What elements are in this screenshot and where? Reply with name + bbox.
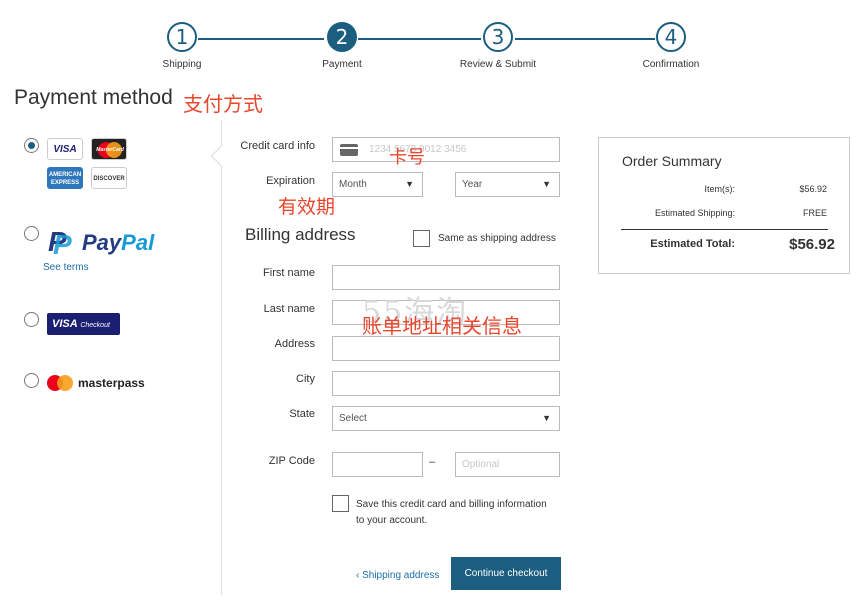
back-to-shipping-link[interactable]: ‹ Shipping address [356, 570, 439, 581]
paypal-wordmark: PayPal [82, 230, 155, 255]
summary-divider [621, 229, 828, 230]
city-field[interactable] [332, 371, 560, 396]
payment-options-panel [0, 120, 222, 595]
same-as-shipping-label: Same as shipping address [438, 233, 556, 244]
radio-paypal[interactable] [24, 226, 39, 241]
last-name-label: Last name [263, 303, 315, 315]
radio-credit-card[interactable] [24, 138, 39, 153]
annotation-expiration: 有效期 [278, 196, 336, 218]
annotation-card-number: 卡号 [389, 147, 425, 168]
mastercard-text: MasterCard [96, 147, 124, 153]
step-label: Confirmation [642, 59, 700, 70]
first-name-label: First name [263, 267, 315, 279]
address-field[interactable] [332, 336, 560, 361]
state-label: State [289, 408, 315, 420]
masterpass-label: masterpass [78, 376, 145, 390]
total-label: Estimated Total: [650, 238, 735, 250]
continue-checkout-button[interactable]: Continue checkout [451, 557, 561, 590]
total-value: $56.92 [789, 236, 835, 253]
step-payment: 2 Payment [302, 22, 382, 70]
zip-code-field[interactable] [332, 452, 423, 477]
zip-extension-field[interactable]: Optional [455, 452, 560, 477]
city-label: City [296, 373, 315, 385]
order-summary-title: Order Summary [622, 153, 722, 169]
checkout-stepper: 1 Shipping 2 Payment 3 Review & Submit 4… [0, 0, 860, 80]
step-review-submit: 3 Review & Submit [458, 22, 538, 70]
amex-logo: AMERICAN EXPRESS [47, 167, 83, 189]
save-info-label: Save this credit card and billing inform… [356, 499, 547, 526]
step-label: Review & Submit [459, 59, 537, 70]
chevron-down-icon: ▼ [542, 413, 551, 423]
same-as-shipping-checkbox[interactable] [413, 230, 430, 247]
visa-checkout-logo: VISA Checkout [47, 313, 120, 335]
credit-card-label: Credit card info [240, 140, 315, 152]
step-confirmation: 4 Confirmation [631, 22, 711, 70]
credit-card-input[interactable]: 1234 5678 9012 3456 [332, 137, 560, 162]
zip-code-label: ZIP Code [268, 455, 315, 467]
billing-address-title: Billing address [245, 225, 356, 244]
annotation-billing-info: 账单地址相关信息 [362, 314, 522, 338]
step-number: 3 [483, 22, 513, 52]
zip-separator: – [429, 456, 436, 468]
chevron-down-icon: ▼ [405, 179, 414, 189]
paypal-p-icon: P [53, 229, 72, 260]
step-number: 1 [167, 22, 197, 52]
step-number: 2 [327, 22, 357, 52]
mastercard-logo: MasterCard [91, 138, 127, 160]
masterpass-logo: masterpass [47, 374, 157, 392]
page-title: Payment method [14, 86, 173, 109]
radio-masterpass[interactable] [24, 373, 39, 388]
expiration-year-select[interactable]: Year ▼ [455, 172, 560, 197]
radio-visa-checkout[interactable] [24, 312, 39, 327]
discover-logo: DISCOVER [91, 167, 127, 189]
order-summary-panel: Order Summary Item(s): $56.92 Estimated … [598, 137, 850, 274]
items-label: Item(s): [704, 184, 736, 194]
step-label: Shipping [162, 59, 202, 70]
see-terms-link[interactable]: See terms [43, 262, 89, 273]
annotation-payment-method: 支付方式 [183, 92, 263, 116]
save-info-checkbox[interactable] [332, 495, 349, 512]
credit-card-icon [340, 144, 358, 156]
visa-logo: VISA [47, 138, 83, 160]
address-label: Address [274, 338, 315, 350]
step-number: 4 [656, 22, 686, 52]
items-value: $56.92 [799, 184, 827, 194]
state-select[interactable]: Select ▼ [332, 406, 560, 431]
shipping-label: Estimated Shipping: [654, 208, 735, 218]
step-shipping[interactable]: 1 Shipping [142, 22, 222, 70]
shipping-value: FREE [802, 208, 827, 218]
expiration-month-select[interactable]: Month ▼ [332, 172, 423, 197]
chevron-down-icon: ▼ [542, 179, 551, 189]
expiration-label: Expiration [266, 175, 315, 187]
step-label: Payment [322, 59, 362, 70]
